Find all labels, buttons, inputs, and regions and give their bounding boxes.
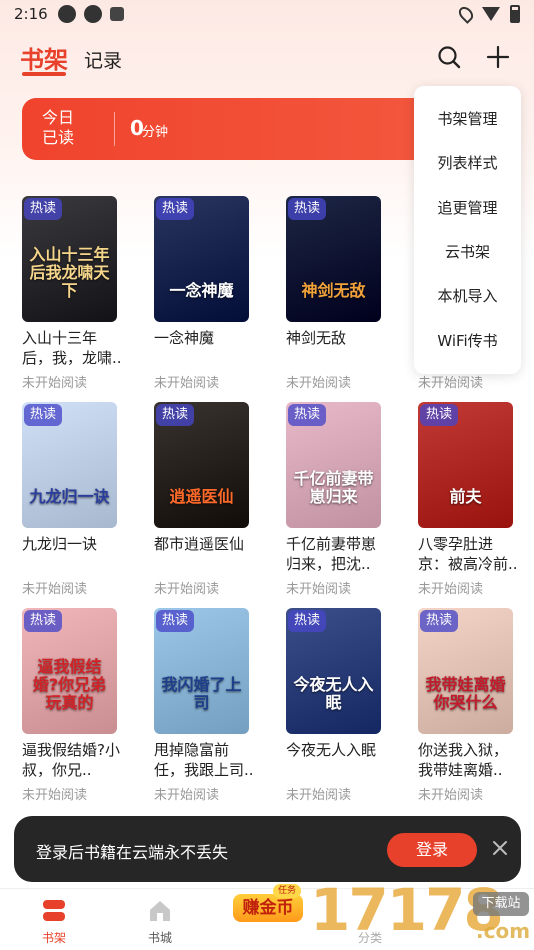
active-tab-indicator (22, 72, 66, 76)
hot-badge: 热读 (288, 198, 326, 220)
hot-badge: 热读 (156, 198, 194, 220)
book-cover[interactable]: 逍遥医仙 热读 (154, 402, 249, 528)
cover-title: 逼我假结婚?你兄弟玩真的 (32, 657, 107, 712)
cover-title: 逍遥医仙 (169, 487, 234, 506)
book-cover[interactable]: 一念神魔 热读 (154, 196, 249, 322)
reading-time-unit: 分钟 (142, 125, 169, 140)
book-status: 未开始阅读 (22, 788, 88, 803)
cover-title: 千亿前妻带崽归来 (293, 469, 374, 506)
book-title[interactable]: 都市逍遥医仙 (154, 534, 254, 554)
hot-badge: 热读 (156, 404, 194, 426)
cover-title: 前夫 (449, 487, 482, 506)
cover-title: 我闪婚了上司 (161, 675, 242, 712)
hot-badge: 热读 (24, 610, 62, 632)
menu-item-list-style[interactable]: 列表样式 (414, 152, 521, 173)
cover-title: 我带娃离婚你哭什么 (425, 675, 506, 712)
app-notification-icon (110, 7, 124, 21)
menu-item-cloud-shelf[interactable]: 云书架 (414, 241, 521, 262)
location-icon (456, 4, 476, 24)
book-title[interactable]: 甩掉隐富前任，我跟上司.. (154, 740, 254, 780)
book-status: 未开始阅读 (418, 582, 484, 597)
status-time: 2:16 (14, 5, 48, 23)
earn-coins-label: 赚金币 (233, 894, 303, 922)
book-status: 未开始阅读 (418, 376, 484, 391)
book-title[interactable]: 你送我入狱，我带娃离婚.. (418, 740, 518, 780)
close-icon[interactable] (490, 838, 510, 858)
search-icon[interactable] (437, 45, 461, 69)
book-status: 未开始阅读 (286, 376, 352, 391)
book-title[interactable]: 逼我假结婚?小叔，你兄.. (22, 740, 122, 780)
book-title[interactable]: 九龙归一诀 (22, 534, 122, 554)
cover-title: 神剑无敌 (301, 281, 366, 300)
book-status: 未开始阅读 (418, 788, 484, 803)
book-cover[interactable]: 我闪婚了上司 热读 (154, 608, 249, 734)
book-status: 未开始阅读 (286, 788, 352, 803)
reading-time-label: 今日已读 (42, 108, 75, 147)
cover-title: 今夜无人入眠 (293, 675, 374, 712)
wifi-icon (482, 7, 500, 21)
nav-label-bookshelf: 书架 (41, 931, 66, 945)
login-button[interactable]: 登录 (387, 833, 477, 867)
watermark-tag: 下载站 (473, 892, 529, 916)
hot-badge: 热读 (288, 404, 326, 426)
book-cover[interactable]: 入山十三年后我龙啸天下 热读 (22, 196, 117, 322)
earn-coins-tag: 任务 (273, 884, 301, 898)
book-cover[interactable]: 九龙归一诀 热读 (22, 402, 117, 528)
menu-item-shelf-manage[interactable]: 书架管理 (414, 108, 521, 129)
book-title[interactable]: 神剑无敌 (286, 328, 386, 348)
menu-item-local-import[interactable]: 本机导入 (414, 285, 521, 306)
battery-icon (510, 5, 520, 23)
book-title[interactable]: 八零孕肚进京：被高冷前.. (418, 534, 518, 574)
tab-history[interactable]: 记录 (84, 46, 122, 73)
book-status: 未开始阅读 (22, 376, 88, 391)
tab-bookshelf[interactable]: 书架 (20, 40, 68, 75)
nav-label-store: 书城 (147, 931, 172, 945)
store-icon (150, 901, 170, 921)
cover-title: 入山十三年后我龙啸天下 (29, 245, 110, 300)
book-title[interactable]: 入山十三年后，我，龙啸.. (22, 328, 122, 368)
system-icons (456, 4, 520, 24)
book-title[interactable]: 一念神魔 (154, 328, 254, 348)
book-cover[interactable]: 千亿前妻带崽归来 热读 (286, 402, 381, 528)
hot-badge: 热读 (420, 610, 458, 632)
book-title[interactable]: 今夜无人入眠 (286, 740, 386, 760)
add-icon[interactable] (486, 45, 510, 69)
book-cover[interactable]: 我带娃离婚你哭什么 热读 (418, 608, 513, 734)
cover-title: 一念神魔 (169, 281, 234, 300)
menu-item-update-manage[interactable]: 追更管理 (414, 197, 521, 218)
cover-title: 九龙归一诀 (29, 487, 110, 506)
bookshelf-icon (43, 900, 65, 921)
book-title[interactable]: 千亿前妻带崽归来，把沈.. (286, 534, 386, 574)
hot-badge: 热读 (156, 610, 194, 632)
app-notification-icon (58, 5, 76, 23)
menu-item-wifi-transfer[interactable]: WiFi传书 (414, 330, 521, 351)
book-cover[interactable]: 前夫 热读 (418, 402, 513, 528)
book-status: 未开始阅读 (286, 582, 352, 597)
app-notification-icon (84, 5, 102, 23)
hot-badge: 热读 (288, 610, 326, 632)
notification-icons (58, 5, 124, 23)
book-status: 未开始阅读 (154, 788, 220, 803)
book-cover[interactable]: 逼我假结婚?你兄弟玩真的 热读 (22, 608, 117, 734)
book-cover[interactable]: 今夜无人入眠 热读 (286, 608, 381, 734)
divider (114, 112, 115, 146)
book-status: 未开始阅读 (22, 582, 88, 597)
hot-badge: 热读 (420, 404, 458, 426)
book-cover[interactable]: 神剑无敌 热读 (286, 196, 381, 322)
nav-item-earn-coins[interactable]: 赚金币 任务 (233, 872, 303, 932)
hot-badge: 热读 (24, 198, 62, 220)
book-status: 未开始阅读 (154, 376, 220, 391)
toast-message: 登录后书籍在云端永不丢失 (36, 843, 229, 862)
hot-badge: 热读 (24, 404, 62, 426)
status-bar: 2:16 (0, 0, 534, 30)
add-dropdown-menu: 书架管理 列表样式 追更管理 云书架 本机导入 WiFi传书 (414, 86, 521, 374)
book-status: 未开始阅读 (154, 582, 220, 597)
watermark-domain: .com (476, 919, 531, 943)
